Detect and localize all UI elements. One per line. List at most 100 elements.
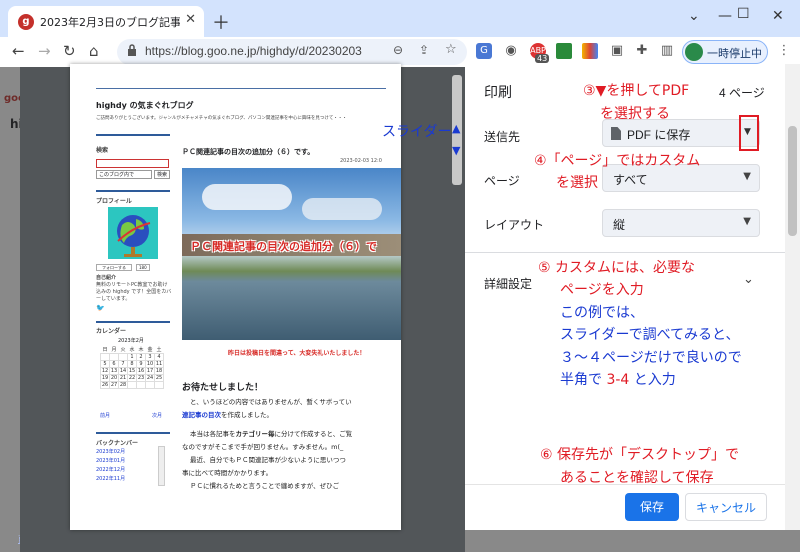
new-tab-button[interactable]: ＋ [212,9,230,35]
calendar-day[interactable]: 16 [136,367,146,375]
calendar-day[interactable]: 26 [100,381,110,389]
profile-pause-button[interactable]: 一時停止中 [682,40,768,64]
calendar-day[interactable]: 18 [154,367,164,375]
save-button[interactable]: 保存 [625,493,679,521]
preview-page[interactable]: highdy の気まぐれブログ ご訪問ありがとうございます。ジャンルがメチャメチ… [70,64,401,530]
panel-scroll-thumb[interactable] [788,126,797,236]
extension-color-icon[interactable] [582,43,598,59]
twitter-icon[interactable]: 🐦 [96,304,105,312]
calendar-day[interactable]: 7 [118,360,128,368]
translate-icon[interactable]: G [476,43,492,59]
calendar-day[interactable]: 12 [100,367,110,375]
calendar-day[interactable]: 5 [100,360,110,368]
home-icon[interactable]: ⌂ [89,42,99,60]
menu-kebab-icon[interactable]: ⋮ [776,43,792,59]
backnumber-item[interactable]: 2023年01月 [96,457,166,466]
calendar-weekday: 火 [120,347,126,353]
calendar-prev-link[interactable]: 前月 [100,412,110,419]
annotation-text: 半角で [560,372,607,388]
intro-heading: 自己紹介 [96,275,117,281]
forward-icon[interactable]: → [38,42,51,60]
camera-icon[interactable]: ◉ [503,43,519,59]
calendar-day[interactable]: 27 [109,381,119,389]
body-link[interactable]: 連記事の目次 [182,411,221,419]
document-icon [611,127,621,140]
calendar-day[interactable]: 21 [118,374,128,382]
close-window-icon[interactable]: ✕ [772,8,784,24]
calendar-day[interactable]: 25 [154,374,164,382]
tab-search-icon[interactable]: ⌄ [688,8,700,24]
calendar-day[interactable]: 23 [136,374,146,382]
calendar-day[interactable]: 19 [100,374,110,382]
backnumber-item[interactable]: 2023年02月 [96,448,166,457]
search-scope-select[interactable]: このブログ内で [96,170,152,179]
calendar-day[interactable]: 20 [109,374,119,382]
share-icon[interactable]: ⇪ [419,43,429,57]
calendar-day[interactable]: 14 [118,367,128,375]
calendar-day[interactable]: 15 [127,367,137,375]
destination-label: 送信先 [484,130,521,144]
calendar-day[interactable]: 10 [145,360,155,368]
panel-scrollbar[interactable] [785,64,800,530]
calendar-day [100,353,110,361]
annotation-slider: スライダー [382,124,452,140]
search-button[interactable]: 検索 [154,170,170,179]
calendar-day[interactable]: 4 [154,353,164,361]
extension-file-icon[interactable]: ▣ [609,43,625,59]
annotation-step5-example: この例では、 [560,305,644,321]
address-bar[interactable]: https://blog.goo.ne.jp/highdy/d/20230203… [117,39,467,65]
calendar-day[interactable]: 28 [118,381,128,389]
annotation-range: 3-4 [606,372,630,388]
calendar-month: 2023年2月 [118,338,144,344]
blog-tagline: ご訪問ありがとうございます。ジャンルがメチャメチャの気まぐれブログ、パソコン関連… [96,116,347,121]
reload-icon[interactable]: ↻ [63,42,76,60]
calendar-day[interactable]: 22 [127,374,137,382]
tab-close-icon[interactable]: ✕ [185,12,196,27]
calendar-weekday: 金 [147,347,153,353]
annotation-text: と入力 [629,372,676,388]
backnumber-item[interactable]: 2022年12月 [96,466,166,475]
browser-toolbar: ← → ↻ ⌂ https://blog.goo.ne.jp/highdy/d/… [0,37,800,67]
body-strong: カテゴリー毎 [235,430,275,438]
calendar-day[interactable]: 11 [154,360,164,368]
pause-label: 一時停止中 [707,47,762,60]
calendar-next-link[interactable]: 次月 [152,412,162,419]
search-box[interactable] [96,159,169,168]
calendar-day[interactable]: 6 [109,360,119,368]
caret-down-icon: ▼ [743,171,751,182]
profile-avatar-icon [685,43,703,61]
calendar-day[interactable]: 13 [109,367,119,375]
extensions-puzzle-icon[interactable]: ✚ [634,43,650,59]
url-text: https://blog.goo.ne.jp/highdy/d/20230203 [145,44,362,58]
annotation-step4: ④「ページ」ではカスタム [534,153,701,169]
cancel-button[interactable]: キャンセル [685,493,767,521]
post-body: と、いうほどの内容ではありませんが、暫くサボってい 連記事の目次を作成しました。… [182,396,401,493]
backnumber-scrollbar[interactable] [158,446,165,486]
calendar-weekday: 月 [111,347,117,353]
calendar-day[interactable]: 24 [145,374,155,382]
layout-value: 縦 [613,218,626,232]
maximize-icon[interactable]: ☐ [737,6,750,22]
calendar-day[interactable]: 17 [145,367,155,375]
backnumber-item[interactable]: 2022年11月 [96,475,166,484]
destination-dropdown-highlight[interactable]: ▼ [739,115,759,151]
zoom-icon[interactable]: ⊖ [393,43,403,57]
calendar-day[interactable]: 1 [127,353,137,361]
browser-tab[interactable]: g 2023年2月3日のブログ記事一覧-highd ✕ [8,6,204,37]
sidebar-panel-icon[interactable]: ▥ [659,43,675,59]
calendar-day[interactable]: 3 [145,353,155,361]
calendar-day[interactable]: 2 [136,353,146,361]
calendar-rule [96,321,170,323]
destination-select[interactable]: PDF に保存 [602,119,760,147]
minimize-icon[interactable]: — [718,8,732,24]
follow-button[interactable]: フォローする [96,264,132,271]
layout-select[interactable]: 縦 ▼ [602,209,760,237]
calendar-day[interactable]: 8 [127,360,137,368]
profile-rule [96,190,170,192]
extension-green-icon[interactable] [556,43,572,59]
calendar-day [118,353,128,361]
calendar-day[interactable]: 9 [136,360,146,368]
destination-value: PDF に保存 [627,128,691,142]
back-icon[interactable]: ← [12,42,25,60]
bookmark-star-icon[interactable]: ☆ [445,42,457,57]
